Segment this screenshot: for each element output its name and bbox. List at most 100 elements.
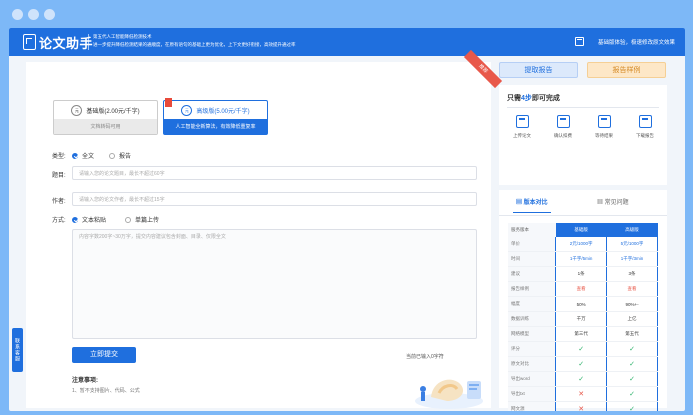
table-cell: ✕ [555, 401, 608, 411]
download-icon [638, 115, 652, 128]
table-cell: ✓ [606, 401, 658, 411]
table-cell: 2元/1000字 [555, 237, 608, 252]
type-report-radio[interactable]: 报告 [109, 151, 131, 160]
radio-checked-icon [72, 216, 78, 223]
title-input[interactable]: 请输入您的论文题目，最长不超过60字 [72, 166, 477, 180]
table-cell: ✓ [606, 356, 658, 372]
logo-divider [88, 34, 89, 50]
table-header-cell: 服务版本 [508, 223, 556, 237]
step-download: 下载报告 [626, 115, 664, 139]
table-row: 网络模型 第三代 第五代 [508, 326, 658, 342]
contact-support-tab[interactable]: 联系客服 [12, 328, 23, 372]
table-cell: 原文对比 [508, 356, 556, 372]
slogan-line-1: 第五代人工智能降低检测技术 [93, 34, 152, 39]
window-frame: 论文助手 第五代人工智能降低检测技术 进一步提升降低检测结果的通顺度，在原有语句… [0, 0, 693, 415]
step-confirm: 确认扣费 [544, 115, 582, 139]
header-promo-text: 基础版体验，极速修改原文效果 [597, 39, 675, 46]
table-row: 时间 1千字/5min 1千字/3min [508, 251, 658, 267]
table-row: 网文源 ✕ ✓ [508, 401, 658, 411]
table-row: 导出txt ✕ ✓ [508, 386, 658, 402]
table-row: 评分 ✓ ✓ [508, 341, 658, 357]
type-fulltext-label: 全文 [82, 154, 95, 160]
payment-icon [556, 115, 570, 128]
radio-unchecked-icon [109, 152, 115, 159]
upload-icon [515, 115, 529, 128]
document-icon [574, 37, 584, 46]
table-cell: ✓ [555, 371, 608, 387]
table-cell: 1千字/5min [555, 251, 608, 267]
header-promo[interactable]: 基础版体验，极速修改原文效果 [574, 37, 675, 46]
right-panel: 提取报告 报告样例 只需4步即可完成 上传论文 确认扣费 等待结果 下载报告 ▤… [499, 62, 667, 411]
step-upload: 上传论文 [503, 115, 541, 139]
table-row: 报告样例 查看 查看 [508, 281, 658, 297]
advanced-edition-desc: 人工智能全新算法，有效降低重复率 [164, 119, 267, 134]
table-header-row: 服务版本 基础版 高级版 [508, 223, 658, 237]
table-cell: 1条 [555, 266, 608, 282]
compare-icon: ▤ [516, 200, 524, 206]
window-dot-3 [44, 9, 55, 20]
compare-table: 服务版本 基础版 高级版 单价 2元/1000字 5元/1000字 时间 1千字/5mi… [508, 223, 658, 411]
tab-faq[interactable]: ▦ 常见问题 [597, 194, 629, 212]
table-cell: 评分 [508, 341, 556, 357]
steps-card: 只需4步即可完成 上传论文 确认扣费 等待结果 下载报告 [499, 85, 667, 185]
table-row: 原文对比 ✓ ✓ [508, 356, 658, 372]
logo[interactable]: 论文助手 [23, 34, 94, 51]
type-fulltext-radio[interactable]: 全文 [72, 151, 94, 160]
table-cell: 千万 [555, 311, 608, 327]
type-report-label: 报告 [119, 154, 132, 160]
radio-checked-icon [72, 152, 78, 159]
table-cell: 幅度 [508, 296, 556, 312]
tab-version-compare[interactable]: ▤ 版本对比 [513, 194, 551, 213]
divider [507, 107, 659, 108]
mode-paste-radio[interactable]: 文本粘贴 [72, 215, 106, 224]
notes-title: 注意事项: [72, 378, 98, 384]
table-row: 单价 2元/1000字 5元/1000字 [508, 237, 658, 252]
table-cell: 报告样例 [508, 281, 556, 297]
advanced-edition-name: 高级版 [196, 108, 215, 115]
submit-button[interactable]: 立即提交 [72, 347, 136, 363]
table-cell: 5元/1000字 [606, 237, 658, 252]
table-cell: 第三代 [555, 326, 608, 342]
table-cell: 第五代 [606, 326, 658, 342]
mode-upload-radio[interactable]: 单篇上传 [125, 215, 159, 224]
author-input[interactable]: 请输入您的论文作者，最长不超过15字 [72, 192, 477, 206]
edition-basic-card[interactable]: 元 基础版 (2.00元/千字) 文档转码可用 [53, 100, 158, 135]
brand-name: 论文助手 [39, 35, 94, 51]
edition-advanced-card[interactable]: 元 高级版 (5.00元/千字) 人工智能全新算法，有效降低重复率 [163, 100, 268, 135]
table-cell: 导出txt [508, 386, 556, 402]
basic-edition-icon: 元 [71, 104, 83, 116]
table-cell: 上亿 [606, 311, 658, 327]
extract-report-button[interactable]: 提取报告 [499, 62, 578, 78]
content-textarea[interactable]: 内容字数200字~30万字，提交内容建议包含封面、目录、仅限全文 [72, 229, 477, 339]
table-cell: 网络模型 [508, 326, 556, 342]
table-cell: 50% [555, 296, 608, 312]
advanced-edition-price: (5.00元/千字) [214, 108, 250, 115]
table-cell: 数据训练 [508, 311, 556, 327]
table-cell: 3条 [606, 266, 658, 282]
slogan-line-2: 进一步提升降低检测结果的通顺度，在原有语句的基础上更为优化，上下文更好衔接，高效… [93, 42, 296, 47]
type-label: 类型: [52, 154, 66, 160]
window-dot-1 [12, 9, 23, 20]
sample-report-button[interactable]: 报告样例 [587, 62, 666, 78]
table-cell: 90%+- [606, 296, 658, 312]
slogan: 第五代人工智能降低检测技术 进一步提升降低检测结果的通顺度，在原有语句的基础上更… [93, 33, 296, 49]
clock-icon [597, 115, 611, 128]
table-cell: 导出word [508, 371, 556, 387]
table-cell: ✕ [555, 386, 608, 402]
window-dot-2 [28, 9, 39, 20]
faq-icon: ▦ [597, 200, 605, 206]
table-cell: 网文源 [508, 401, 556, 411]
advanced-tag-icon [165, 98, 172, 107]
mode-label: 方式: [52, 218, 66, 224]
table-cell: 单价 [508, 237, 556, 252]
logo-icon [23, 34, 36, 50]
radio-unchecked-icon [125, 216, 131, 223]
table-row: 导出word ✓ ✓ [508, 371, 658, 387]
table-cell: 查看 [606, 281, 658, 297]
table-header-cell: 基础版 [555, 223, 607, 237]
table-cell: 查看 [555, 281, 608, 297]
compare-card: ▤ 版本对比 ▦ 常见问题 服务版本 基础版 高级版 单价 2元/1000字 5元/… [499, 190, 667, 411]
table-cell: ✓ [606, 341, 658, 357]
notes-item: 1、暂不支持图片、代码、公式 [72, 388, 140, 394]
table-cell: ✓ [555, 356, 608, 372]
